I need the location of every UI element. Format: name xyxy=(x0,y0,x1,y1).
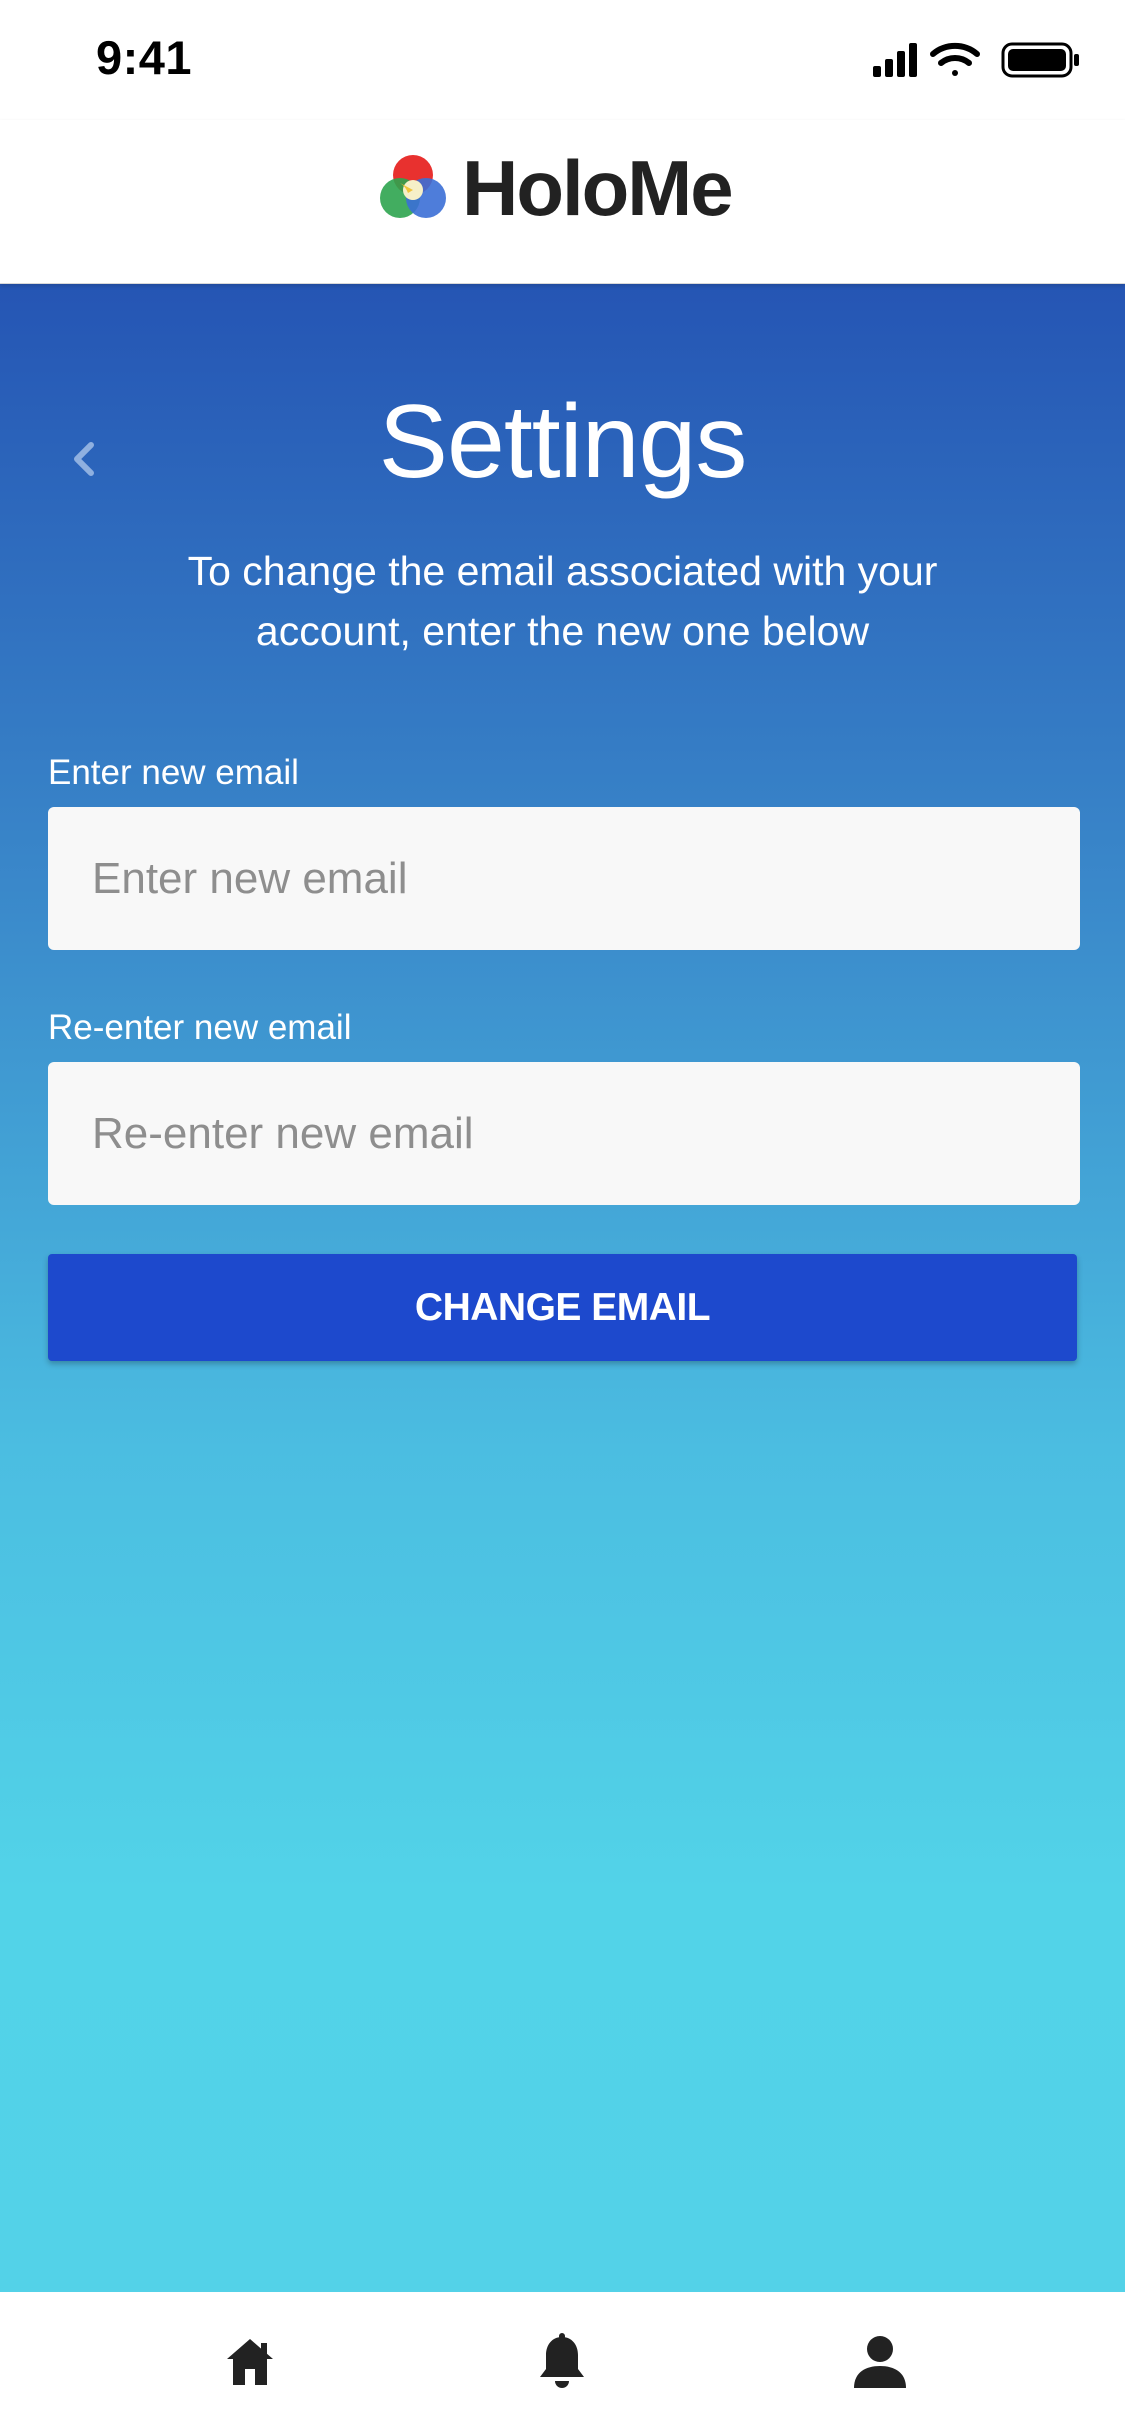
confirm-email-label: Re-enter new email xyxy=(48,1008,352,1047)
profile-icon xyxy=(854,2336,906,2388)
page-title: Settings xyxy=(378,384,748,500)
app-name: HoloMe xyxy=(462,143,734,232)
status-icons xyxy=(873,42,1079,78)
tab-bar xyxy=(0,2292,1125,2436)
settings-panel: Settings To change the email associated … xyxy=(0,283,1125,2292)
bell-icon xyxy=(540,2333,584,2388)
change-email-button[interactable]: CHANGE EMAIL xyxy=(48,1254,1077,1361)
brand-logo[interactable]: HoloMe xyxy=(378,144,734,232)
battery-icon xyxy=(1001,42,1079,78)
tab-notifications[interactable] xyxy=(532,2332,592,2392)
status-bar: 9:41 xyxy=(0,0,1125,120)
app-header: HoloMe xyxy=(0,120,1125,284)
new-email-field[interactable] xyxy=(48,807,1080,950)
new-email-label: Enter new email xyxy=(48,753,299,792)
wifi-icon xyxy=(930,42,980,76)
holome-logo-icon xyxy=(380,155,446,218)
status-time: 9:41 xyxy=(96,31,193,84)
tab-profile[interactable] xyxy=(850,2332,910,2392)
tab-home[interactable] xyxy=(220,2332,280,2392)
confirm-email-field[interactable] xyxy=(48,1062,1080,1205)
signal-icon xyxy=(873,43,917,77)
page-subtitle: To change the email associated with your… xyxy=(187,548,938,654)
home-icon xyxy=(227,2339,273,2385)
